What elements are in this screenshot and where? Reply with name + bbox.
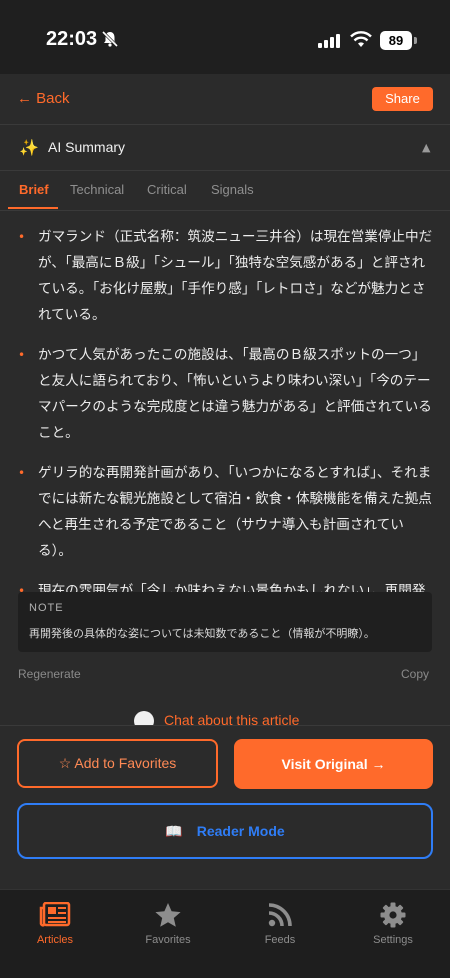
ai-summary-header[interactable]: ✨ AI Summary ▲: [0, 124, 450, 171]
tab-critical[interactable]: Critical: [147, 182, 187, 197]
bullet-dot: •: [18, 348, 26, 362]
rss-icon: [268, 903, 292, 927]
tabbar-feeds[interactable]: Feeds: [240, 902, 320, 946]
status-bar: 22:03 89: [0, 0, 450, 74]
bullet-text: ゲリラ的な再開発計画があり、「いつかになるとすれば」、それまでには新たな観光施設…: [38, 465, 432, 559]
add-to-favorites-button[interactable]: ☆ Add to Favorites: [17, 739, 218, 788]
regenerate-button[interactable]: Regenerate: [18, 667, 81, 681]
wifi-icon: [350, 31, 372, 52]
tabbar-favorites[interactable]: Favorites: [128, 902, 208, 946]
back-button[interactable]: ← Back: [17, 90, 70, 107]
status-time: 22:03: [46, 28, 98, 50]
reader-mode-label: Reader Mode: [196, 823, 285, 839]
copy-button[interactable]: Copy: [401, 667, 429, 681]
signal-icon: [318, 33, 344, 52]
chat-about-article-link[interactable]: Chat about this article: [134, 711, 334, 725]
bullet-text: ガマランド（正式名称：筑波ニュー三井谷）は現在営業停止中だが、「最高にＢ級」「シ…: [38, 229, 433, 323]
bullet-dot: •: [18, 230, 26, 244]
active-tab-indicator: [8, 207, 58, 209]
star-icon: [155, 903, 181, 927]
battery-tip: [414, 37, 417, 44]
chat-bubble-icon: [134, 711, 154, 725]
tabbar-articles[interactable]: Articles: [15, 902, 95, 946]
bullet-text: かつて人気があったこの施設は、「最高のＢ級スポットの一つ」と友人に語られており、…: [38, 347, 432, 441]
sparkles-icon: ✨: [19, 138, 39, 157]
chevron-up-icon[interactable]: ▲: [422, 141, 430, 154]
tab-technical[interactable]: Technical: [70, 182, 124, 197]
tab-brief[interactable]: Brief: [19, 182, 49, 197]
share-button[interactable]: Share: [372, 87, 433, 111]
tabbar-settings[interactable]: Settings: [353, 902, 433, 946]
tabbar-label: Feeds: [264, 934, 296, 946]
tab-signals[interactable]: Signals: [211, 182, 254, 197]
header-bar: ← Back Share: [0, 74, 450, 125]
tabbar-label: Articles: [36, 934, 74, 946]
book-icon: 📖: [165, 823, 183, 839]
bullet-dot: •: [18, 466, 26, 480]
action-area: ☆ Add to Favorites Visit Original → 📖 Rea…: [0, 725, 450, 890]
summary-bullet: • かつて人気があったこの施設は、「最高のＢ級スポットの一つ」と友人に語られてお…: [18, 342, 433, 446]
gear-icon: [380, 902, 406, 928]
tabbar-label: Favorites: [145, 934, 191, 946]
ai-summary-title: AI Summary: [48, 139, 126, 155]
newspaper-icon: [39, 902, 71, 927]
summary-bullet: • ガマランド（正式名称：筑波ニュー三井谷）は現在営業停止中だが、「最高にＢ級」…: [18, 224, 433, 328]
note-text: 再開発後の具体的な姿については未知数であること（情報が不明瞭）。: [29, 627, 375, 640]
note-box: NOTE 再開発後の具体的な姿については未知数であること（情報が不明瞭）。: [18, 592, 432, 652]
summary-tabs: Brief Technical Critical Signals: [0, 170, 450, 211]
visit-original-button[interactable]: Visit Original →: [234, 739, 433, 789]
tabbar-label: Settings: [373, 934, 413, 946]
reader-mode-button[interactable]: 📖 Reader Mode: [17, 803, 433, 859]
bell-off-icon: [101, 30, 119, 52]
chat-label: Chat about this article: [164, 712, 300, 725]
note-title: NOTE: [29, 602, 64, 614]
bottom-tab-bar: Articles Favorites Feeds Settings: [0, 889, 450, 978]
battery-indicator: 89: [380, 31, 412, 50]
summary-bullet: • ゲリラ的な再開発計画があり、「いつかになるとすれば」、それまでには新たな観光…: [18, 460, 433, 564]
